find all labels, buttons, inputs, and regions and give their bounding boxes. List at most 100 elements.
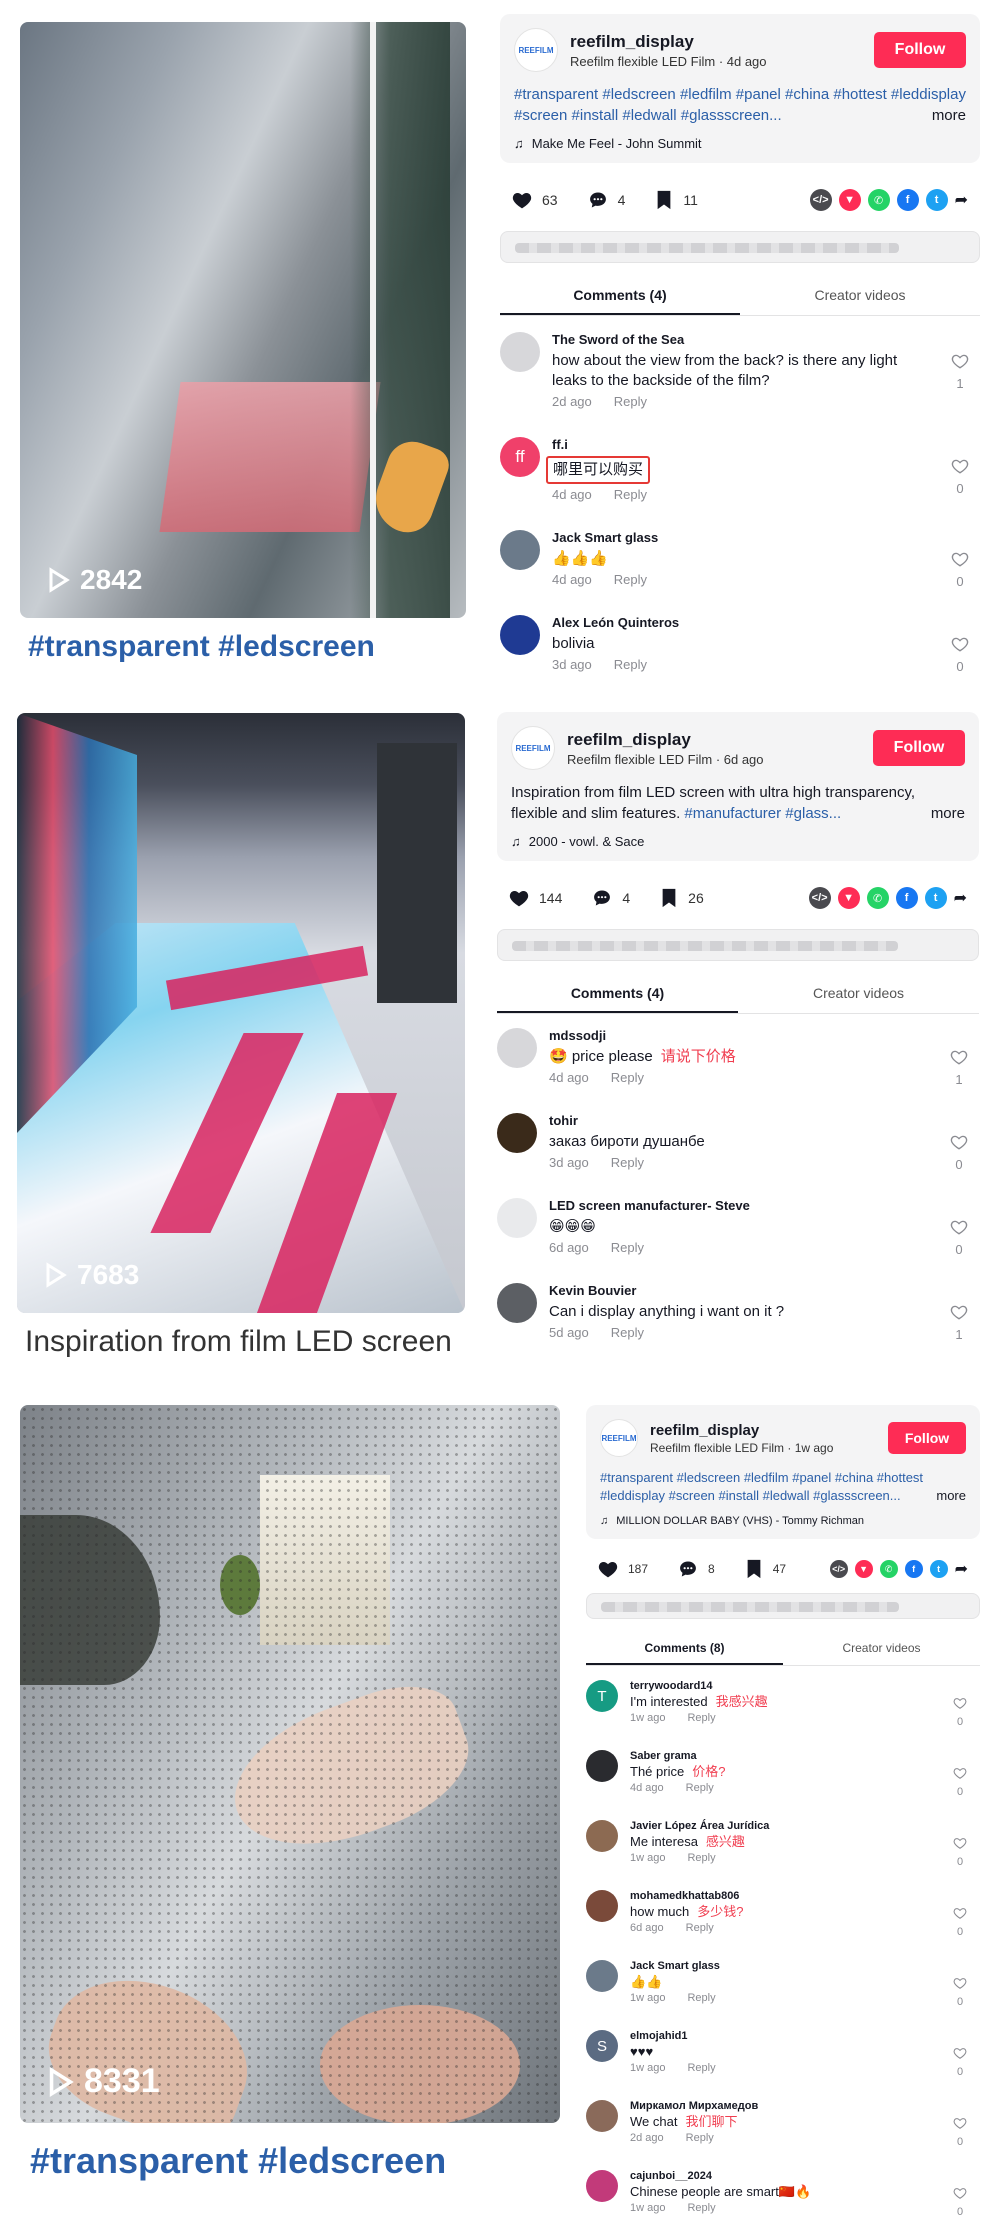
comment-button[interactable]: 4: [588, 190, 625, 210]
facebook-icon[interactable]: f: [896, 189, 919, 211]
comment-author[interactable]: mdssodji: [549, 1028, 979, 1043]
comment-author[interactable]: Миркамол Мирхамедов: [630, 2100, 980, 2112]
reply-button[interactable]: Reply: [611, 1155, 644, 1170]
whatsapp-icon[interactable]: ✆: [867, 189, 890, 211]
friends-icon[interactable]: ▼: [854, 1560, 873, 1578]
follow-button[interactable]: Follow: [888, 1422, 966, 1454]
reply-button[interactable]: Reply: [687, 2062, 715, 2074]
embed-icon[interactable]: </>: [809, 189, 832, 211]
comment-author[interactable]: ff.i: [552, 437, 980, 452]
bookmark-button[interactable]: 47: [745, 1559, 786, 1579]
music-info[interactable]: ♫ Make Me Feel - John Summit: [514, 136, 966, 151]
comment-like-button[interactable]: 0: [948, 2116, 972, 2148]
more-link[interactable]: more: [920, 803, 965, 824]
comment-like-button[interactable]: 0: [948, 1836, 972, 1868]
comment-author[interactable]: tohir: [549, 1113, 979, 1128]
comment-like-button[interactable]: 1: [947, 1303, 971, 1342]
video-thumbnail[interactable]: 7683: [17, 713, 465, 1313]
reply-button[interactable]: Reply: [611, 1240, 644, 1255]
twitter-icon[interactable]: t: [929, 1560, 948, 1578]
comment-author[interactable]: Javier López Área Jurídica: [630, 1820, 980, 1832]
reply-button[interactable]: Reply: [614, 394, 647, 409]
reply-button[interactable]: Reply: [686, 1922, 714, 1934]
comment-author[interactable]: Saber grama: [630, 1750, 980, 1762]
hashtags[interactable]: #manufacturer #glass...: [684, 805, 841, 822]
twitter-icon[interactable]: t: [924, 887, 947, 909]
avatar[interactable]: S: [586, 2030, 618, 2062]
avatar[interactable]: [586, 1960, 618, 1992]
comment-author[interactable]: Jack Smart glass: [630, 1960, 980, 1972]
music-info[interactable]: ♫ 2000 - vowl. & Sace: [511, 834, 965, 849]
tab-creator-videos[interactable]: Creator videos: [738, 977, 979, 1013]
username[interactable]: reefilm_display: [650, 1422, 876, 1439]
hashtags[interactable]: #transparent #ledscreen #ledfilm #panel …: [600, 1470, 923, 1503]
comment-like-button[interactable]: 1: [947, 1048, 971, 1087]
video-caption[interactable]: #transparent #ledscreen: [30, 2140, 446, 2182]
comment-author[interactable]: LED screen manufacturer- Steve: [549, 1198, 979, 1213]
comment-author[interactable]: Alex León Quinteros: [552, 615, 980, 630]
reply-button[interactable]: Reply: [686, 2132, 714, 2144]
comment-author[interactable]: mohamedkhattab806: [630, 1890, 980, 1902]
avatar[interactable]: T: [586, 1680, 618, 1712]
reply-button[interactable]: Reply: [611, 1070, 644, 1085]
comment-like-button[interactable]: 0: [948, 2046, 972, 2078]
facebook-icon[interactable]: f: [904, 1560, 923, 1578]
avatar[interactable]: ff: [500, 437, 540, 477]
comment-author[interactable]: cajunboi__2024: [630, 2170, 980, 2182]
follow-button[interactable]: Follow: [874, 32, 966, 68]
copy-link-bar[interactable]: [586, 1593, 980, 1619]
reply-button[interactable]: Reply: [686, 1782, 714, 1794]
embed-icon[interactable]: </>: [808, 887, 831, 909]
reply-button[interactable]: Reply: [611, 1325, 644, 1340]
reply-button[interactable]: Reply: [687, 1712, 715, 1724]
reply-button[interactable]: Reply: [614, 657, 647, 672]
follow-button[interactable]: Follow: [873, 730, 965, 766]
avatar[interactable]: [586, 2100, 618, 2132]
like-button[interactable]: 187: [598, 1559, 648, 1579]
avatar[interactable]: [497, 1028, 537, 1068]
hashtags[interactable]: #transparent #ledscreen #ledfilm #panel …: [514, 86, 966, 124]
comment-like-button[interactable]: 0: [948, 1696, 972, 1728]
whatsapp-icon[interactable]: ✆: [866, 887, 889, 909]
reply-button[interactable]: Reply: [614, 572, 647, 587]
avatar[interactable]: [500, 530, 540, 570]
facebook-icon[interactable]: f: [895, 887, 918, 909]
embed-icon[interactable]: </>: [829, 1560, 848, 1578]
share-arrow-icon[interactable]: ➦: [954, 888, 967, 908]
avatar[interactable]: [586, 1750, 618, 1782]
reply-button[interactable]: Reply: [687, 1852, 715, 1864]
comment-author[interactable]: Jack Smart glass: [552, 530, 980, 545]
friends-icon[interactable]: ▼: [838, 189, 861, 211]
video-thumbnail[interactable]: 2842: [20, 22, 466, 618]
video-caption[interactable]: Inspiration from film LED screen: [25, 1325, 452, 1359]
tab-creator-videos[interactable]: Creator videos: [783, 1635, 980, 1665]
comment-like-button[interactable]: 0: [948, 635, 972, 674]
avatar[interactable]: REEFILM: [514, 28, 558, 72]
avatar[interactable]: [497, 1283, 537, 1323]
username[interactable]: reefilm_display: [567, 730, 861, 750]
tab-comments[interactable]: Comments (8): [586, 1635, 783, 1665]
comment-like-button[interactable]: 0: [948, 1976, 972, 2008]
music-info[interactable]: ♫ MILLION DOLLAR BABY (VHS) - Tommy Richm…: [600, 1515, 966, 1527]
comment-like-button[interactable]: 0: [947, 1218, 971, 1257]
comment-like-button[interactable]: 1: [948, 352, 972, 391]
avatar[interactable]: [586, 1820, 618, 1852]
comment-like-button[interactable]: 0: [948, 2186, 972, 2216]
friends-icon[interactable]: ▼: [837, 887, 860, 909]
whatsapp-icon[interactable]: ✆: [879, 1560, 898, 1578]
reply-button[interactable]: Reply: [687, 2202, 715, 2214]
like-button[interactable]: 63: [512, 190, 558, 210]
video-thumbnail[interactable]: 8331: [20, 1405, 560, 2123]
reply-button[interactable]: Reply: [687, 1992, 715, 2004]
tab-comments[interactable]: Comments (4): [497, 977, 738, 1013]
comment-like-button[interactable]: 0: [948, 457, 972, 496]
comment-like-button[interactable]: 0: [948, 550, 972, 589]
comment-author[interactable]: The Sword of the Sea: [552, 332, 980, 347]
username[interactable]: reefilm_display: [570, 32, 862, 52]
comment-author[interactable]: Kevin Bouvier: [549, 1283, 979, 1298]
share-arrow-icon[interactable]: ➦: [955, 1559, 968, 1579]
more-link[interactable]: more: [926, 1487, 966, 1505]
comment-like-button[interactable]: 0: [948, 1766, 972, 1798]
comment-button[interactable]: 4: [592, 888, 630, 908]
more-link[interactable]: more: [921, 105, 966, 126]
